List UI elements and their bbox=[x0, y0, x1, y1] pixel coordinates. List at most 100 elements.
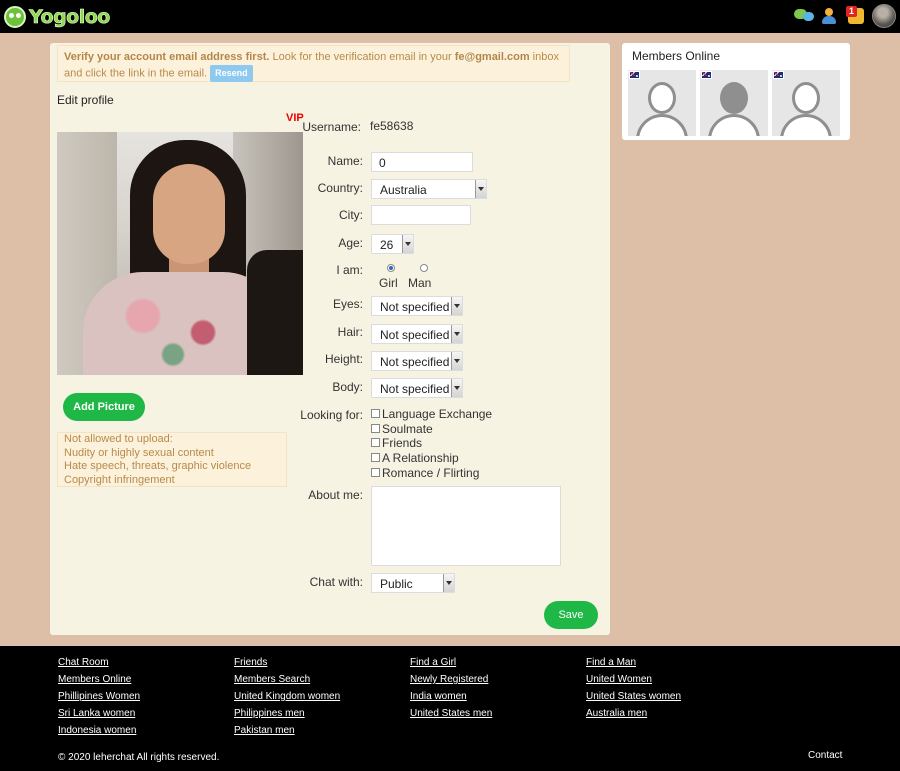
checkbox-friends[interactable] bbox=[371, 438, 380, 447]
copyright-text: © 2020 leherchat All rights reserved. bbox=[58, 752, 220, 763]
hair-value: Not specified bbox=[380, 328, 450, 342]
save-button[interactable]: Save bbox=[544, 601, 598, 629]
footer-link[interactable]: Find a Girl bbox=[410, 657, 456, 668]
upload-rules: Not allowed to upload: Nudity or highly … bbox=[57, 432, 287, 487]
female-silhouette-icon bbox=[648, 82, 676, 114]
username-label: Username: bbox=[302, 120, 361, 134]
chevron-down-icon bbox=[451, 379, 462, 397]
checkbox-language-exchange[interactable] bbox=[371, 409, 380, 418]
page-title: Edit profile bbox=[57, 93, 114, 107]
body-label: Body: bbox=[332, 380, 363, 394]
add-picture-button[interactable]: Add Picture bbox=[63, 393, 145, 421]
height-value: Not specified bbox=[380, 355, 450, 369]
age-label: Age: bbox=[338, 236, 363, 250]
footer-link[interactable]: Australia men bbox=[586, 708, 647, 719]
footer-link[interactable]: Newly Registered bbox=[410, 674, 488, 685]
radio-girl[interactable] bbox=[387, 264, 395, 272]
looking-for-label: Looking for: bbox=[300, 408, 363, 422]
male-silhouette-icon bbox=[720, 82, 748, 114]
option-language-exchange: Language Exchange bbox=[382, 407, 493, 421]
footer: Chat Room Members Online Phillipines Wom… bbox=[0, 646, 900, 771]
city-label: City: bbox=[339, 208, 363, 222]
verify-text-1: Look for the verification email in your bbox=[269, 51, 455, 63]
man-label: Man bbox=[408, 276, 432, 290]
age-select[interactable]: 26 bbox=[371, 234, 414, 254]
name-input[interactable]: 0 bbox=[371, 152, 473, 172]
about-me-textarea[interactable] bbox=[371, 486, 561, 566]
contact-link[interactable]: Contact bbox=[808, 750, 842, 761]
footer-link[interactable]: United States men bbox=[410, 708, 492, 719]
logo-text: Yogoloo bbox=[29, 6, 111, 29]
footer-link[interactable]: Pakistan men bbox=[234, 725, 295, 736]
australia-flag-icon bbox=[773, 71, 784, 79]
radio-man[interactable] bbox=[420, 264, 428, 272]
hair-select[interactable]: Not specified bbox=[371, 324, 463, 344]
chevron-down-icon bbox=[451, 352, 462, 370]
top-bar: Yogoloo 1 bbox=[0, 0, 900, 33]
footer-link[interactable]: Members Online bbox=[58, 674, 131, 685]
chevron-down-icon bbox=[402, 235, 413, 253]
body-select[interactable]: Not specified bbox=[371, 378, 463, 398]
chat-with-select[interactable]: Public bbox=[371, 573, 455, 593]
chat-with-label: Chat with: bbox=[309, 575, 363, 589]
notifications-icon[interactable]: 1 bbox=[846, 6, 866, 26]
country-value: Australia bbox=[380, 183, 427, 197]
member-card[interactable] bbox=[628, 70, 696, 136]
footer-link[interactable]: United States women bbox=[586, 691, 681, 702]
footer-link[interactable]: United Women bbox=[586, 674, 652, 685]
rule-line: Nudity or highly sexual content bbox=[64, 446, 214, 459]
option-friends: Friends bbox=[382, 436, 423, 450]
country-select[interactable]: Australia bbox=[371, 179, 487, 199]
chevron-down-icon bbox=[451, 297, 462, 315]
footer-link[interactable]: India women bbox=[410, 691, 467, 702]
height-select[interactable]: Not specified bbox=[371, 351, 463, 371]
verify-bold: Verify your account email address first. bbox=[64, 51, 270, 63]
country-label: Country: bbox=[317, 181, 363, 195]
footer-link[interactable]: Indonesia women bbox=[58, 725, 136, 736]
about-me-label: About me: bbox=[308, 488, 363, 502]
girl-label: Girl bbox=[379, 276, 398, 290]
checkbox-romance[interactable] bbox=[371, 468, 380, 477]
height-label: Height: bbox=[324, 352, 363, 366]
users-icon[interactable] bbox=[820, 6, 840, 26]
checkbox-relationship[interactable] bbox=[371, 453, 380, 462]
rule-line: Copyright infringement bbox=[64, 473, 175, 486]
site-logo[interactable]: Yogoloo bbox=[4, 4, 111, 30]
australia-flag-icon bbox=[629, 71, 640, 79]
chevron-down-icon bbox=[443, 574, 454, 592]
eyes-label: Eyes: bbox=[332, 297, 363, 311]
members-online-panel: Members Online bbox=[622, 43, 850, 140]
footer-link[interactable]: Phillipines Women bbox=[58, 691, 140, 702]
eyes-select[interactable]: Not specified bbox=[371, 296, 463, 316]
body-value: Not specified bbox=[380, 382, 450, 396]
logo-icon bbox=[4, 6, 26, 28]
resend-button[interactable]: Resend bbox=[210, 65, 253, 82]
member-card[interactable] bbox=[700, 70, 768, 136]
footer-link[interactable]: Friends bbox=[234, 657, 267, 668]
option-relationship: A Relationship bbox=[382, 451, 459, 465]
edit-profile-panel: Verify your account email address first.… bbox=[50, 43, 610, 635]
footer-link[interactable]: Philippines men bbox=[234, 708, 305, 719]
members-online-title: Members Online bbox=[632, 49, 721, 63]
notification-badge: 1 bbox=[846, 6, 857, 17]
name-label: Name: bbox=[327, 154, 363, 168]
chat-icon[interactable] bbox=[794, 6, 814, 26]
footer-link[interactable]: United Kingdom women bbox=[234, 691, 340, 702]
checkbox-soulmate[interactable] bbox=[371, 424, 380, 433]
footer-link[interactable]: Chat Room bbox=[58, 657, 109, 668]
option-soulmate: Soulmate bbox=[382, 422, 433, 436]
member-card[interactable] bbox=[772, 70, 840, 136]
header-icons: 1 bbox=[794, 4, 896, 28]
australia-flag-icon bbox=[701, 71, 712, 79]
hair-label: Hair: bbox=[337, 325, 363, 339]
footer-link[interactable]: Sri Lanka women bbox=[58, 708, 135, 719]
rule-line: Hate speech, threats, graphic violence bbox=[64, 460, 252, 472]
footer-link[interactable]: Members Search bbox=[234, 674, 310, 685]
footer-link[interactable]: Find a Man bbox=[586, 657, 636, 668]
profile-avatar[interactable] bbox=[872, 4, 896, 28]
age-value: 26 bbox=[380, 238, 394, 252]
chevron-down-icon bbox=[475, 180, 486, 198]
eyes-value: Not specified bbox=[380, 300, 450, 314]
city-input[interactable] bbox=[371, 205, 471, 225]
option-romance: Romance / Flirting bbox=[382, 466, 480, 480]
